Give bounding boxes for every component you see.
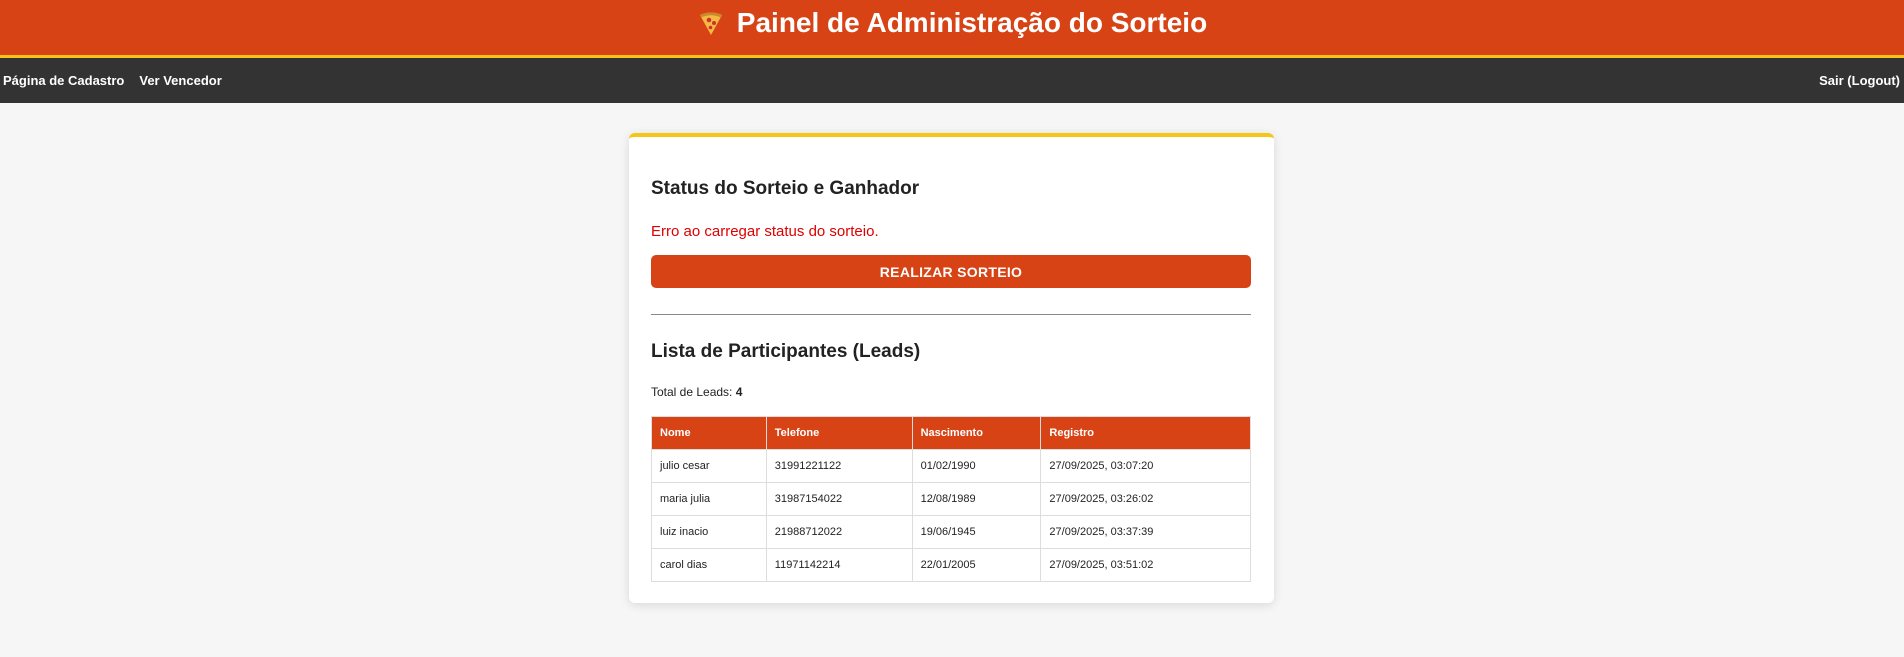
page-title: Painel de Administração do Sorteio <box>736 7 1208 38</box>
leads-section-title: Lista de Participantes (Leads) <box>651 341 921 362</box>
top-header: Painel de Administração do Sorteio <box>0 0 1904 58</box>
status-section-title: Status do Sorteio e Ganhador <box>651 178 920 199</box>
draw-button[interactable]: REALIZAR SORTEIO <box>651 255 1251 288</box>
main-navbar: Página de Cadastro Ver Vencedor Sair (Lo… <box>0 58 1904 103</box>
header-title-group: Painel de Administração do Sorteio <box>697 7 1207 39</box>
cell-registro: 27/09/2025, 03:07:20 <box>1040 449 1251 483</box>
cell-registro: 27/09/2025, 03:37:39 <box>1040 515 1251 549</box>
pizza-icon <box>697 9 725 37</box>
cell-telefone: 21988712022 <box>765 515 913 549</box>
cell-telefone: 31991221122 <box>765 449 913 483</box>
cell-nome: julio cesar <box>651 449 767 483</box>
cell-nascimento: 19/06/1945 <box>911 515 1042 549</box>
cell-nascimento: 22/01/2005 <box>911 548 1042 582</box>
table-header-row: Nome Telefone Nascimento Registro <box>651 416 1251 450</box>
column-header-nome: Nome <box>651 416 767 450</box>
section-divider <box>651 314 1251 315</box>
table-row: julio cesar 31991221122 01/02/1990 27/09… <box>651 449 1251 483</box>
total-leads-value: 4 <box>735 385 743 399</box>
table-row: carol dias 11971142214 22/01/2005 27/09/… <box>651 548 1251 582</box>
admin-card: Status do Sorteio e Ganhador Erro ao car… <box>629 133 1274 603</box>
column-header-telefone: Telefone <box>765 416 913 450</box>
nav-link-cadastro[interactable]: Página de Cadastro <box>3 73 124 88</box>
nav-left-links: Página de Cadastro Ver Vencedor <box>3 73 222 88</box>
table-row: luiz inacio 21988712022 19/06/1945 27/09… <box>651 515 1251 549</box>
cell-nome: luiz inacio <box>651 515 767 549</box>
total-leads-label: Total de Leads: <box>651 385 733 399</box>
cell-nascimento: 01/02/1990 <box>911 449 1042 483</box>
total-leads: Total de Leads: 4 <box>651 385 742 399</box>
cell-registro: 27/09/2025, 03:51:02 <box>1040 548 1251 582</box>
cell-nome: carol dias <box>651 548 767 582</box>
cell-nascimento: 12/08/1989 <box>911 482 1042 516</box>
leads-table: Nome Telefone Nascimento Registro julio … <box>651 416 1251 582</box>
cell-registro: 27/09/2025, 03:26:02 <box>1040 482 1251 516</box>
cell-nome: maria julia <box>651 482 767 516</box>
status-error-message: Erro ao carregar status do sorteio. <box>651 223 879 240</box>
nav-link-ver-vencedor[interactable]: Ver Vencedor <box>139 73 221 88</box>
logout-link[interactable]: Sair (Logout) <box>1819 73 1900 88</box>
cell-telefone: 31987154022 <box>765 482 913 516</box>
column-header-registro: Registro <box>1040 416 1251 450</box>
cell-telefone: 11971142214 <box>765 548 913 582</box>
table-row: maria julia 31987154022 12/08/1989 27/09… <box>651 482 1251 516</box>
column-header-nascimento: Nascimento <box>911 416 1042 450</box>
